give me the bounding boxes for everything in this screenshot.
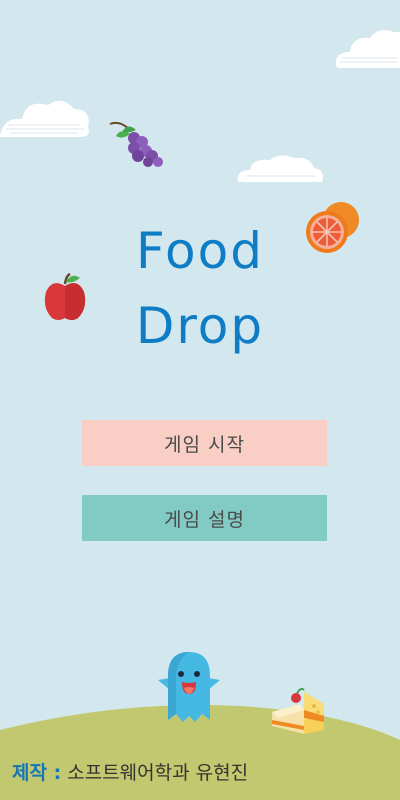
cloud-icon: [237, 155, 323, 182]
cake-icon: [272, 687, 324, 734]
cloud-icon: [0, 100, 89, 137]
game-title-line1: Food: [136, 222, 264, 280]
credit-line: 제작 : 소프트웨어학과 유현진: [12, 758, 248, 785]
ghost-icon: [158, 652, 220, 722]
game-title-line2: Drop: [135, 297, 265, 355]
credit-text: 소프트웨어학과 유현진: [67, 762, 249, 784]
game-instructions-button[interactable]: 게임 설명: [82, 495, 327, 541]
grape-icon: [109, 121, 163, 167]
start-game-button[interactable]: 게임 시작: [82, 420, 327, 466]
cloud-icon: [335, 30, 400, 68]
credit-label: 제작 :: [12, 762, 62, 784]
